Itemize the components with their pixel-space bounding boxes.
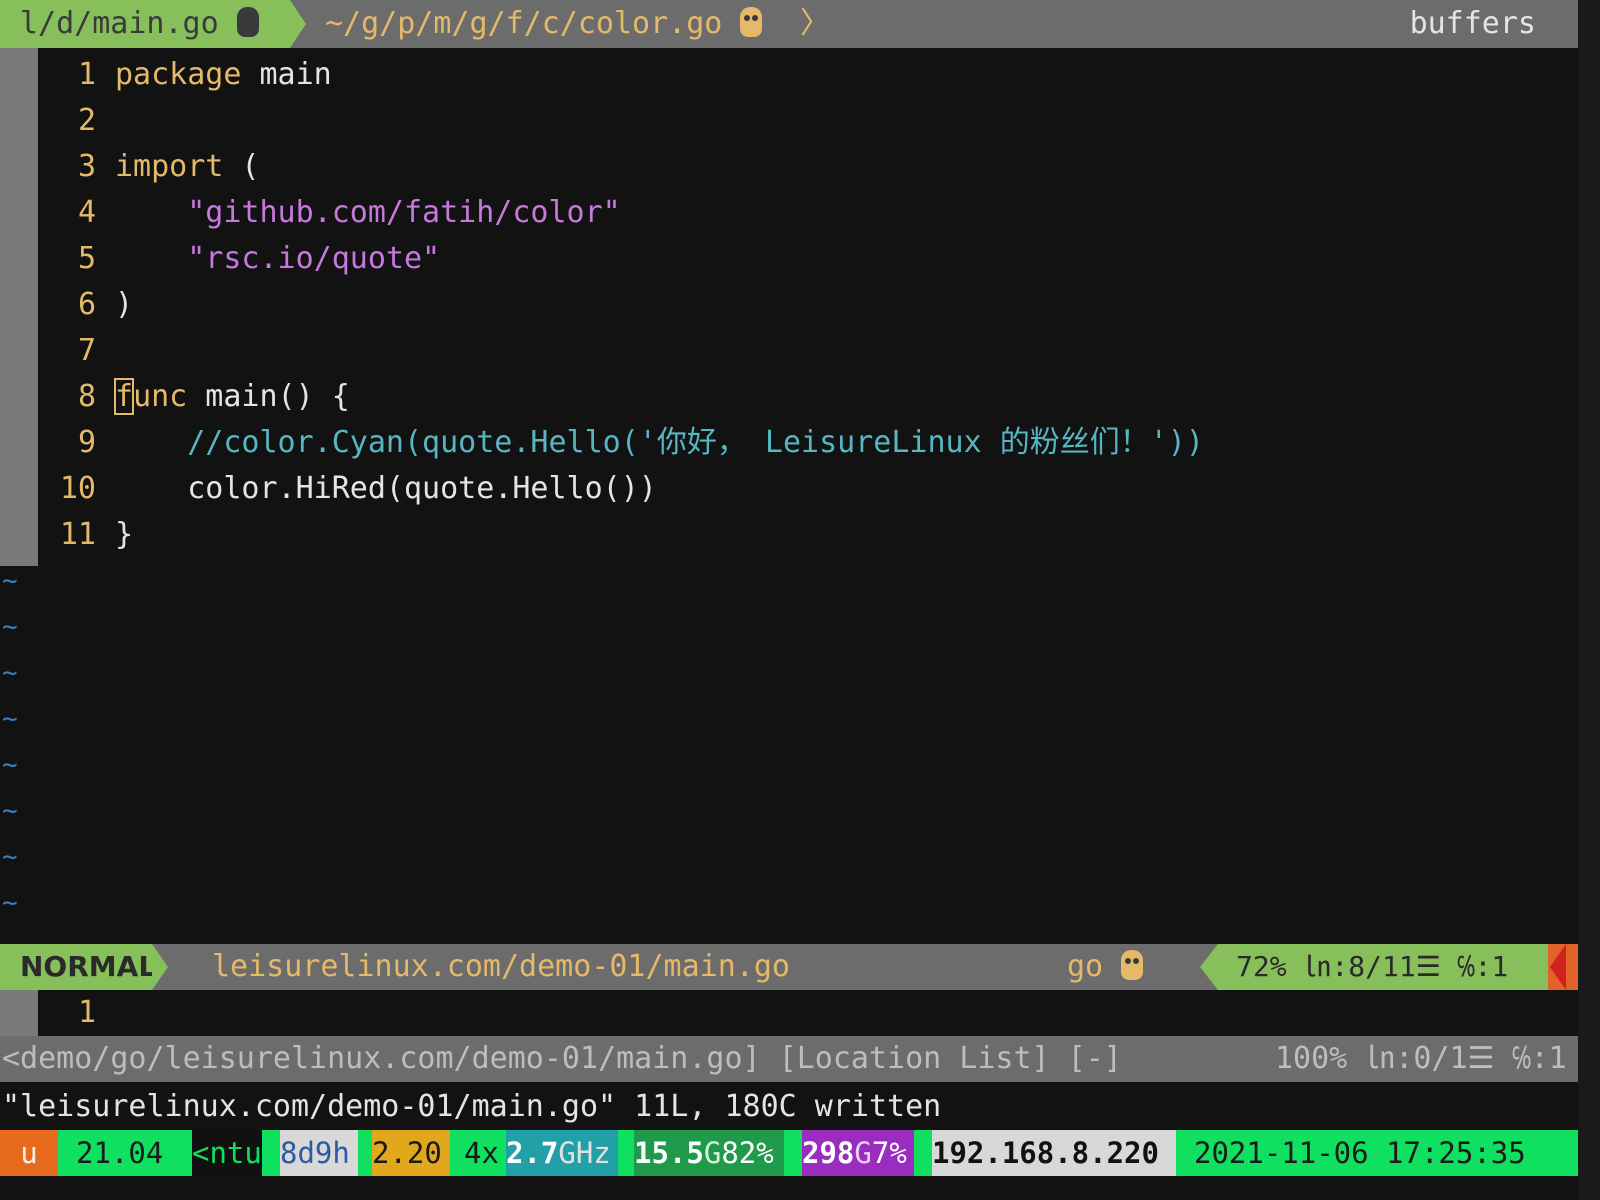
line-number: 4	[77, 195, 96, 230]
line-number: 10	[59, 471, 96, 506]
tmux-uptime: 8d9h	[280, 1130, 358, 1176]
mode-arrow-icon	[152, 944, 168, 990]
tmux-host: <ntu>	[192, 1130, 279, 1176]
tmux-datetime: 2021-11-06 17:25:35	[1194, 1136, 1526, 1170]
line-number: 5	[77, 241, 96, 276]
tmux-status-bar: u 21.04 <ntu> 8d9h 2.20 4x 2.7GHz 15.5G8…	[0, 1130, 1578, 1176]
code-line[interactable]: import (	[115, 144, 260, 190]
tab-inactive[interactable]: ~/g/p/m/g/f/c/color.go	[325, 0, 763, 48]
tmux-disk: 298G7%	[802, 1130, 914, 1176]
code-line[interactable]: func main() {	[113, 374, 350, 420]
code-line[interactable]: "github.com/fatih/color"	[115, 190, 620, 236]
code-line[interactable]: //color.Cyan(quote.Hello('你好， LeisureLin…	[115, 420, 1204, 466]
gopher-icon	[1121, 950, 1144, 980]
location-line-number: 1	[77, 995, 96, 1030]
location-list-statusline: <demo/go/leisurelinux.com/demo-01/main.g…	[0, 1036, 1578, 1082]
sign-column	[0, 48, 38, 566]
empty-line-tilde: ~	[2, 612, 18, 642]
code-line[interactable]: color.HiRed(quote.Hello())	[115, 466, 657, 512]
location-list-title: <demo/go/leisurelinux.com/demo-01/main.g…	[2, 1041, 1122, 1076]
location-sign-column	[0, 990, 38, 1036]
location-list-position: 100% ㏑:0/1☰ ℅:1	[1275, 1041, 1567, 1076]
tmux-memory: 15.5G82%	[634, 1130, 784, 1176]
warning-arrow-icon	[1550, 944, 1566, 990]
line-number: 6	[77, 287, 96, 322]
scrollbar[interactable]	[1578, 0, 1600, 1200]
file-path: leisurelinux.com/demo-01/main.go	[212, 949, 790, 984]
line-number: 9	[77, 425, 96, 460]
gopher-icon	[236, 7, 259, 37]
code-line[interactable]: "rsc.io/quote"	[115, 236, 440, 282]
tmux-load: 2.20	[372, 1130, 450, 1176]
gopher-icon	[740, 7, 763, 37]
tab-separator: 〉	[800, 6, 830, 41]
buffers-label[interactable]: buffers	[1410, 0, 1536, 48]
empty-line-tilde: ~	[2, 796, 18, 826]
tmux-os-version: 21.04	[76, 1136, 164, 1170]
line-number: 3	[77, 149, 96, 184]
line-number: 8	[77, 379, 96, 414]
code-line[interactable]: )	[115, 282, 133, 328]
empty-line-tilde: ~	[2, 704, 18, 734]
empty-line-tilde: ~	[2, 750, 18, 780]
empty-line-tilde: ~	[2, 888, 18, 918]
tmux-ip: 192.168.8.220	[932, 1130, 1176, 1176]
code-line[interactable]: }	[115, 512, 133, 558]
empty-line-tilde: ~	[2, 658, 18, 688]
code-line[interactable]: package main	[115, 52, 332, 98]
tmux-cpu-count: 4x	[464, 1136, 499, 1170]
tmux-session[interactable]: u	[0, 1130, 58, 1176]
line-number: 2	[77, 103, 96, 138]
statusline: NORMAL leisurelinux.com/demo-01/main.go …	[0, 944, 1578, 990]
mode-indicator: NORMAL	[0, 944, 156, 990]
tmux-cpu-freq: 2.7GHz	[506, 1130, 618, 1176]
tab-active[interactable]: l/d/main.go	[0, 0, 290, 48]
tab-active-label: l/d/main.go	[20, 0, 259, 48]
line-number: 11	[59, 517, 96, 552]
cursor-position: 72% ㏑:8/11☰ ℅:1	[1218, 944, 1548, 990]
command-message: "leisurelinux.com/demo-01/main.go" 11L, …	[2, 1089, 942, 1124]
position-arrow-icon	[1200, 944, 1218, 990]
line-number: 1	[77, 57, 96, 92]
filetype: go	[1067, 944, 1144, 990]
empty-line-tilde: ~	[2, 566, 18, 596]
empty-line-tilde: ~	[2, 842, 18, 872]
tabline: l/d/main.go ~/g/p/m/g/f/c/color.go 〉 buf…	[0, 0, 1578, 48]
tab-arrow-icon	[290, 0, 306, 48]
line-number: 7	[77, 333, 96, 368]
